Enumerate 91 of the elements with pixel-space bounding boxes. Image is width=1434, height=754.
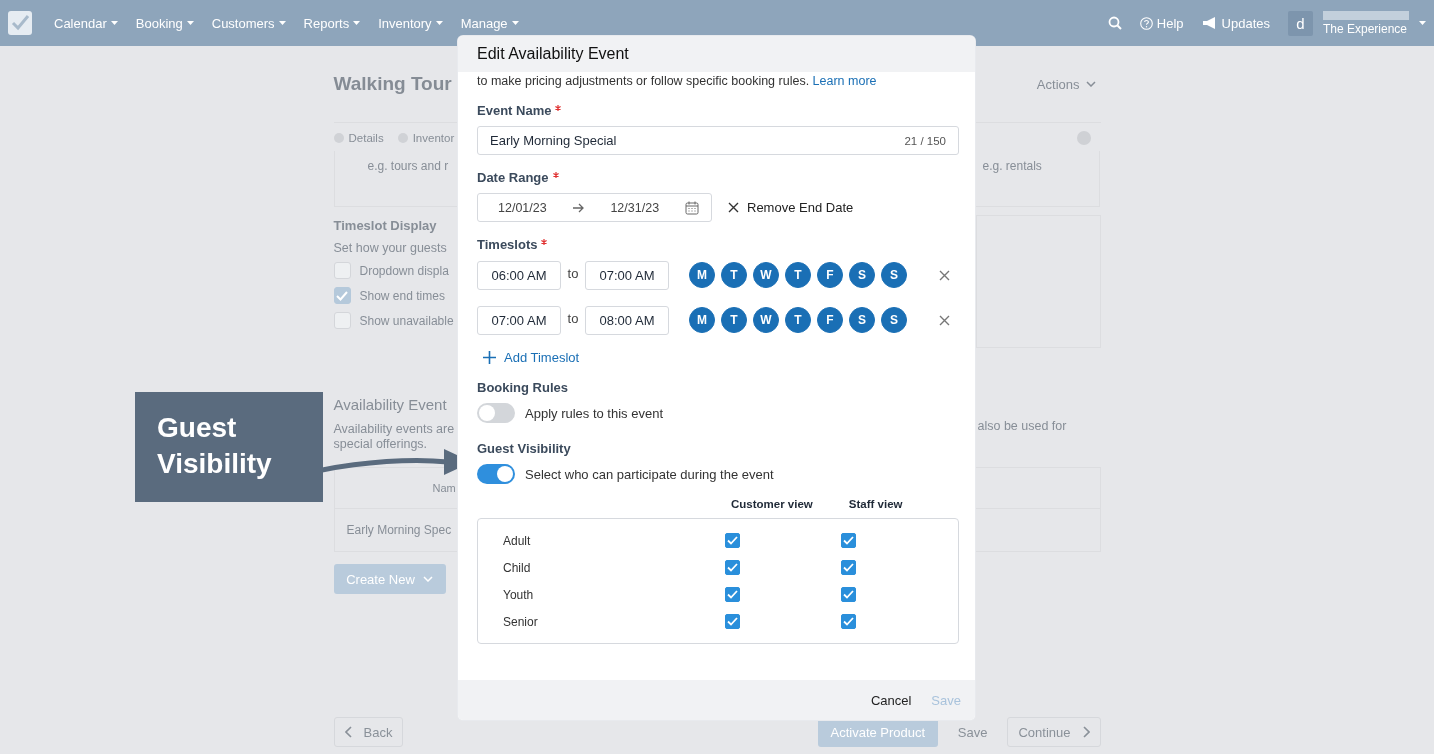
remove-end-date-button[interactable]: Remove End Date — [728, 200, 854, 215]
guest-type-label: Senior — [502, 614, 539, 629]
section-description: also be used for — [977, 419, 1067, 434]
caret-icon — [435, 21, 443, 25]
close-icon[interactable] — [939, 314, 950, 326]
event-name-field[interactable]: Early Morning Special 21 / 150 — [477, 126, 959, 155]
caret-icon — [511, 21, 519, 25]
to-label: to — [566, 265, 580, 281]
weekday-toggle[interactable]: F — [817, 262, 843, 288]
checkbox[interactable] — [724, 614, 740, 629]
weekday-toggle[interactable]: M — [689, 307, 715, 333]
column-header: Staff view — [848, 498, 903, 510]
section-description: special offerings. — [333, 437, 428, 451]
dialog-title: Edit Availability Event — [477, 45, 629, 63]
checkbox[interactable] — [333, 287, 351, 304]
weekday-toggle[interactable]: W — [753, 307, 779, 333]
section-description: Set how your guests — [333, 241, 447, 255]
start-time-field[interactable]: 07:00 AM — [477, 305, 561, 335]
cancel-button[interactable]: Cancel — [870, 692, 912, 708]
weekday-toggle[interactable]: S — [881, 262, 907, 288]
weekday-toggle[interactable]: S — [849, 307, 875, 333]
learn-more-link[interactable]: Learn more — [812, 74, 877, 88]
start-time-field[interactable]: 06:00 AM — [477, 260, 561, 290]
checkbox-label: Show unavailable — [359, 313, 454, 328]
weekday-toggle[interactable]: S — [849, 262, 875, 288]
chevron-down-icon — [422, 576, 433, 582]
checkbox-label: Dropdown displa — [359, 263, 449, 278]
checkbox[interactable] — [841, 533, 857, 548]
column-header: Nam — [432, 482, 456, 494]
save-button[interactable]: Save — [947, 717, 998, 747]
weekday-toggle[interactable]: T — [721, 262, 747, 288]
caret-icon — [353, 21, 361, 25]
close-icon — [728, 202, 739, 213]
chevron-down-icon — [1085, 81, 1096, 87]
caret-icon — [186, 21, 194, 25]
field-label: Guest Visibility — [477, 441, 571, 456]
add-timeslot-button[interactable]: Add Timeslot — [483, 350, 580, 365]
weekday-toggle[interactable]: W — [753, 262, 779, 288]
callout-label: Guest Visibility — [135, 392, 323, 502]
checkbox[interactable] — [724, 560, 740, 575]
toggle-switch[interactable] — [477, 464, 515, 484]
field-label: Timeslots — [477, 237, 538, 252]
actions-dropdown[interactable]: Actions — [1036, 76, 1096, 92]
column-header: Customer view — [731, 498, 813, 510]
field-label: Date Range — [477, 170, 549, 185]
section-description: Availability events are — [333, 422, 455, 436]
chevron-right-icon — [1082, 726, 1090, 738]
guest-type-label: Adult — [502, 533, 532, 548]
page-title: Walking Tour — [333, 73, 452, 95]
step-tab[interactable]: Details — [333, 132, 384, 144]
weekday-toggle[interactable]: T — [785, 307, 811, 333]
checkbox[interactable] — [841, 614, 857, 629]
plus-icon — [483, 351, 496, 364]
toggle-label: Apply rules to this event — [525, 405, 664, 421]
section-title: Timeslot Display — [333, 218, 437, 233]
field-label: Event Name — [477, 103, 552, 118]
intro-text: to make pricing adjustments or follow specific booking rules. Learn more — [477, 74, 877, 88]
checkbox-label: Show end times — [359, 288, 445, 303]
back-button[interactable]: Back — [333, 717, 404, 747]
weekday-toggle[interactable]: T — [721, 307, 747, 333]
weekday-toggle[interactable]: T — [785, 262, 811, 288]
table-cell: Early Morning Spec — [346, 523, 452, 537]
weekday-toggle[interactable]: S — [881, 307, 907, 333]
end-time-field[interactable]: 08:00 AM — [585, 305, 669, 335]
guest-type-label: Child — [502, 560, 532, 575]
megaphone-icon — [1201, 16, 1218, 30]
toggle-label: Select who can participate during the event — [525, 466, 774, 482]
to-label: to — [566, 310, 580, 326]
calendar-icon — [684, 200, 699, 215]
end-time-field[interactable]: 07:00 AM — [585, 260, 669, 290]
section-title: Availability Event — [333, 396, 447, 413]
caret-icon — [1419, 21, 1426, 25]
toggle-switch[interactable] — [477, 403, 515, 423]
checkbox[interactable] — [724, 587, 740, 602]
weekday-toggle[interactable]: M — [689, 262, 715, 288]
checkmark-logo-icon[interactable] — [8, 11, 32, 35]
guest-type-label: Youth — [502, 587, 535, 602]
date-range-field[interactable]: 12/01/23 12/31/23 — [477, 193, 712, 222]
weekday-toggle[interactable]: F — [817, 307, 843, 333]
chevron-left-icon — [344, 726, 352, 738]
checkbox[interactable] — [724, 533, 740, 548]
avatar[interactable]: d — [1288, 10, 1313, 36]
close-icon[interactable] — [939, 269, 950, 281]
field-label: Booking Rules — [477, 380, 568, 395]
checkbox[interactable] — [841, 560, 857, 575]
checkbox[interactable] — [841, 587, 857, 602]
caret-icon — [278, 21, 286, 25]
search-icon[interactable] — [1107, 16, 1122, 30]
step-tab[interactable]: Inventor — [397, 132, 455, 144]
arrow-right-icon — [572, 202, 585, 213]
caret-icon — [110, 21, 118, 25]
